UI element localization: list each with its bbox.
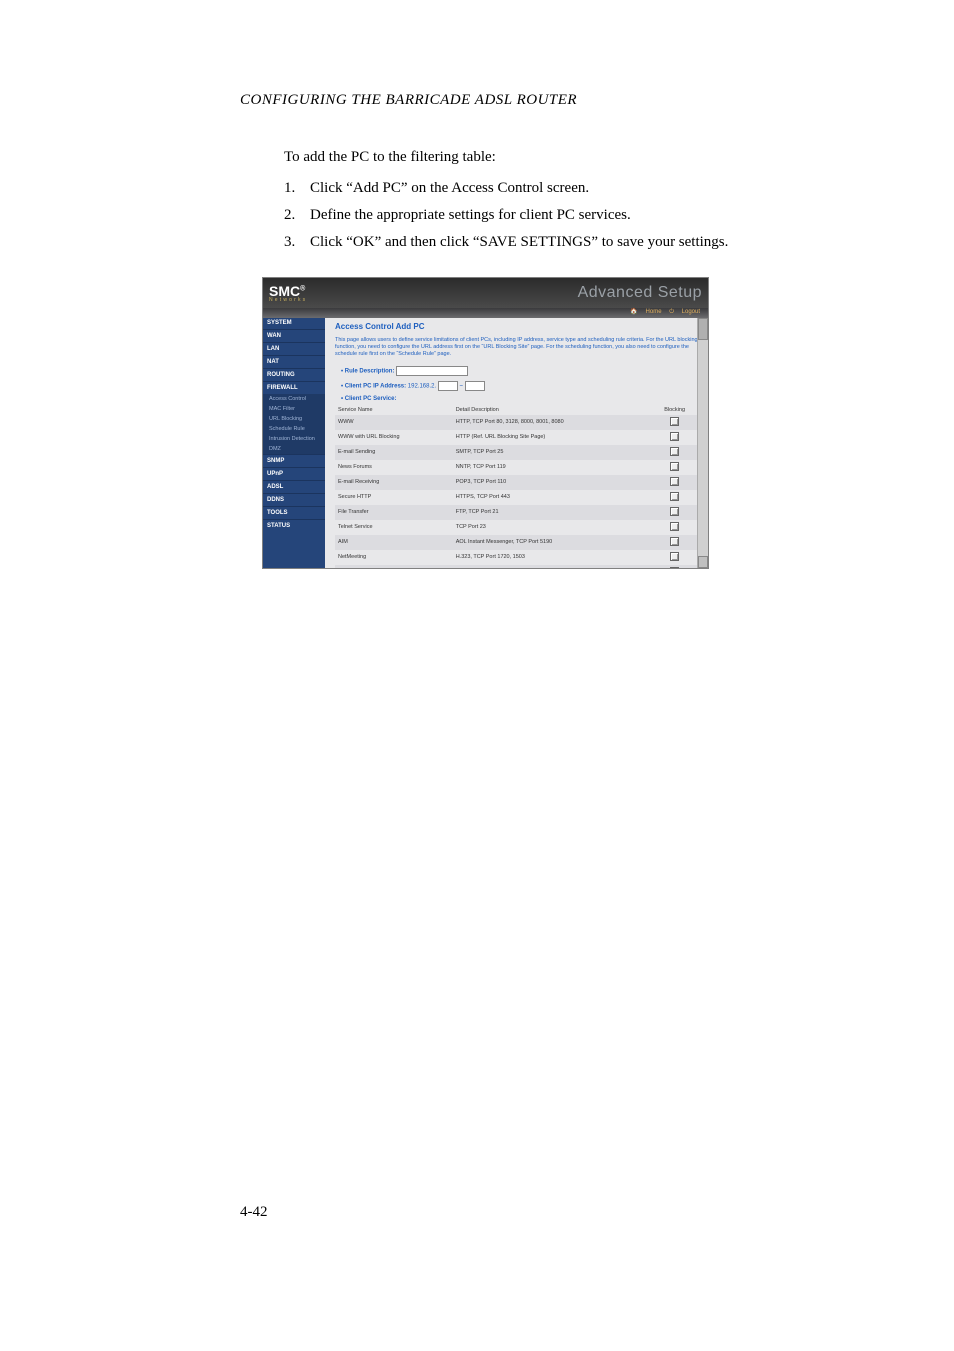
- step-3: 3. Click “OK” and then click “SAVE SETTI…: [284, 234, 834, 251]
- step-number: 2.: [284, 207, 310, 224]
- router-screenshot: SMC® N e t w o r k s Advanced Setup 🏠 Ho…: [262, 277, 709, 569]
- sidebar-sub-dmz[interactable]: DMZ: [263, 444, 325, 454]
- step-number: 3.: [284, 234, 310, 251]
- sidebar-item-lan[interactable]: LAN: [263, 342, 325, 355]
- table-row: NetMeetingH.323, TCP Port 1720, 1503: [335, 550, 698, 565]
- service-table: Service Name Detail Description Blocking…: [335, 405, 698, 568]
- col-detail: Detail Description: [453, 405, 652, 415]
- table-row: WWWHTTP, TCP Port 80, 3128, 8000, 8001, …: [335, 415, 698, 430]
- blocking-checkbox[interactable]: [670, 492, 679, 501]
- sidebar-item-ddns[interactable]: DDNS: [263, 493, 325, 506]
- main-panel: Access Control Add PC This page allows u…: [325, 308, 708, 568]
- client-ip-label: • Client PC IP Address: 192.168.2. ~: [341, 381, 698, 391]
- col-blocking: Blocking: [651, 405, 698, 415]
- home-link[interactable]: 🏠 Home: [630, 309, 661, 315]
- running-head: CONFIGURING THE BARRICADE ADSL ROUTER: [240, 92, 834, 109]
- step-2: 2. Define the appropriate settings for c…: [284, 207, 834, 224]
- sidebar-sub-access-control[interactable]: Access Control: [263, 394, 325, 404]
- sidebar-item-nat[interactable]: NAT: [263, 355, 325, 368]
- sidebar-item-adsl[interactable]: ADSL: [263, 480, 325, 493]
- blocking-checkbox[interactable]: [670, 417, 679, 426]
- blocking-checkbox[interactable]: [670, 432, 679, 441]
- table-row: DNSUDP Port 53: [335, 565, 698, 568]
- sidebar: SYSTEM WAN LAN NAT ROUTING FIREWALL Acce…: [263, 308, 325, 568]
- panel-description: This page allows users to define service…: [335, 337, 698, 358]
- smc-logo: SMC® N e t w o r k s: [269, 283, 306, 303]
- blocking-checkbox[interactable]: [670, 447, 679, 456]
- steps-list: 1. Click “Add PC” on the Access Control …: [284, 180, 834, 251]
- service-table-header: Service Name Detail Description Blocking: [335, 405, 698, 415]
- sidebar-item-upnp[interactable]: UPnP: [263, 467, 325, 480]
- table-row: File TransferFTP, TCP Port 21: [335, 505, 698, 520]
- blocking-checkbox[interactable]: [670, 537, 679, 546]
- step-number: 1.: [284, 180, 310, 197]
- table-row: E-mail SendingSMTP, TCP Port 25: [335, 445, 698, 460]
- sidebar-sub-intrusion-detection[interactable]: Intrusion Detection: [263, 434, 325, 444]
- intro-text: To add the PC to the filtering table:: [284, 149, 834, 166]
- panel-title: Access Control Add PC: [335, 322, 698, 331]
- ip-sep: ~: [460, 383, 464, 389]
- scroll-thumb[interactable]: [698, 318, 708, 340]
- blocking-checkbox[interactable]: [670, 552, 679, 561]
- blocking-checkbox[interactable]: [670, 567, 679, 568]
- rule-description-label: • Rule Description:: [341, 366, 698, 376]
- table-row: E-mail ReceivingPOP3, TCP Port 110: [335, 475, 698, 490]
- table-row: News ForumsNNTP, TCP Port 119: [335, 460, 698, 475]
- table-row: Secure HTTPHTTPS, TCP Port 443: [335, 490, 698, 505]
- rule-description-input[interactable]: [396, 366, 468, 376]
- sidebar-sub-mac-filter[interactable]: MAC Filter: [263, 404, 325, 414]
- sidebar-item-snmp[interactable]: SNMP: [263, 454, 325, 467]
- top-links: 🏠 Home ⏻ Logout: [624, 308, 700, 316]
- logo-subtext: N e t w o r k s: [269, 297, 306, 303]
- table-row: Telnet ServiceTCP Port 23: [335, 520, 698, 535]
- col-service-name: Service Name: [335, 405, 453, 415]
- page-number: 4-42: [240, 1204, 268, 1221]
- blocking-checkbox[interactable]: [670, 507, 679, 516]
- step-text: Define the appropriate settings for clie…: [310, 207, 834, 224]
- blocking-checkbox[interactable]: [670, 477, 679, 486]
- sidebar-sub-schedule-rule[interactable]: Schedule Rule: [263, 424, 325, 434]
- advanced-setup-title: Advanced Setup: [578, 284, 702, 302]
- sidebar-item-routing[interactable]: ROUTING: [263, 368, 325, 381]
- blocking-checkbox[interactable]: [670, 462, 679, 471]
- step-text: Click “OK” and then click “SAVE SETTINGS…: [310, 234, 834, 251]
- step-1: 1. Click “Add PC” on the Access Control …: [284, 180, 834, 197]
- sidebar-item-firewall[interactable]: FIREWALL: [263, 381, 325, 394]
- step-text: Click “Add PC” on the Access Control scr…: [310, 180, 834, 197]
- sidebar-item-wan[interactable]: WAN: [263, 329, 325, 342]
- router-header: SMC® N e t w o r k s Advanced Setup: [263, 278, 708, 308]
- ip-prefix: 192.168.2.: [408, 383, 436, 389]
- ip-to-input[interactable]: [465, 381, 485, 391]
- logout-link[interactable]: ⏻ Logout: [669, 309, 700, 315]
- sidebar-sub-url-blocking[interactable]: URL Blocking: [263, 414, 325, 424]
- blocking-checkbox[interactable]: [670, 522, 679, 531]
- scrollbar[interactable]: [697, 308, 708, 568]
- table-row: AIMAOL Instant Messenger, TCP Port 5190: [335, 535, 698, 550]
- ip-from-input[interactable]: [438, 381, 458, 391]
- sidebar-item-status[interactable]: STATUS: [263, 519, 325, 532]
- scroll-down-button[interactable]: [698, 556, 708, 568]
- table-row: WWW with URL BlockingHTTP (Ref. URL Bloc…: [335, 430, 698, 445]
- client-service-label: • Client PC Service:: [341, 396, 698, 402]
- sidebar-item-tools[interactable]: TOOLS: [263, 506, 325, 519]
